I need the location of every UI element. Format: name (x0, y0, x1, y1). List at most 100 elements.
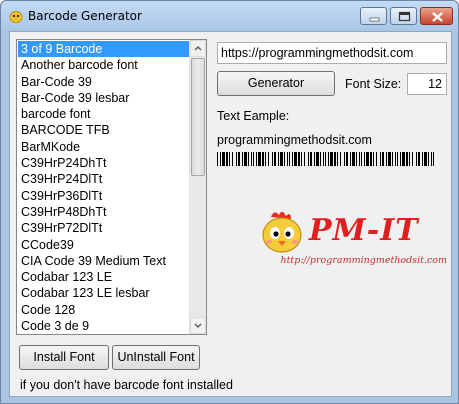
barcode-bar (301, 152, 302, 166)
barcode-bar (287, 152, 288, 166)
barcode-bar (258, 152, 261, 166)
list-item[interactable]: C39HrP36DlTt (18, 188, 189, 204)
barcode-bar (422, 152, 423, 166)
list-item[interactable]: Codabar 123 LE lesbar (18, 285, 189, 301)
list-item[interactable]: CCode39 (18, 237, 189, 253)
barcode-bar (238, 152, 240, 166)
barcode-bar (253, 152, 254, 166)
list-item[interactable]: Bar-Code 39 (18, 74, 189, 90)
text-example-label: Text Eample: (217, 109, 290, 123)
url-input[interactable]: https://programmingmethodsit.com (217, 42, 447, 64)
barcode-bar (433, 152, 434, 166)
barcode-bar (346, 152, 348, 166)
list-item[interactable]: Code 3 de 9 (18, 318, 189, 334)
list-item[interactable]: Another barcode font (18, 57, 189, 73)
barcode-bar (248, 152, 249, 166)
barcode-bar (380, 152, 381, 166)
window-title: Barcode Generator (28, 9, 142, 23)
list-item[interactable]: Code 128 (18, 302, 189, 318)
chevron-up-icon (194, 45, 202, 51)
list-item[interactable]: BarMKode (18, 139, 189, 155)
barcode-bar (392, 152, 393, 166)
barcode-bar (428, 152, 429, 166)
barcode-bar (220, 152, 221, 166)
barcode-bar (242, 152, 243, 166)
barcode-bar (294, 152, 297, 166)
barcode-bar (232, 152, 233, 166)
list-item[interactable]: C39HrP48DhTt (18, 204, 189, 220)
barcode-bar (397, 152, 398, 166)
scroll-thumb[interactable] (191, 58, 205, 176)
barcode-bar (310, 152, 312, 166)
barcode-bar (373, 152, 374, 166)
minimize-button[interactable] (360, 7, 387, 25)
barcode-bar (280, 152, 283, 166)
uninstall-font-button[interactable]: UnInstall Font (112, 345, 200, 370)
title-bar[interactable]: Barcode Generator (1, 1, 458, 31)
barcode-bar (292, 152, 293, 166)
font-list: 3 of 9 Barcode Another barcode font Bar-Co… (18, 41, 189, 334)
logo-url: http://programmingmethodsit.com (280, 255, 448, 266)
client-area: 3 of 9 Barcode Another barcode font Bar-Co… (9, 31, 452, 397)
barcode-bar (395, 152, 396, 166)
barcode-bar (265, 152, 266, 166)
list-item[interactable]: barcode font (18, 106, 189, 122)
barcode-bar (334, 152, 336, 166)
barcode-bar (229, 152, 230, 166)
barcode-bar (251, 152, 252, 166)
barcode-bar (217, 152, 218, 166)
maximize-icon (398, 11, 411, 22)
scroll-up-button[interactable] (190, 40, 206, 57)
barcode-bar (316, 152, 319, 166)
barcode-bar (406, 152, 408, 166)
barcode-bar (364, 152, 365, 166)
barcode-bar (236, 152, 237, 166)
barcode-bar (314, 152, 315, 166)
barcode-bar (274, 152, 276, 166)
list-item[interactable]: Codabar 123 LE (18, 269, 189, 285)
barcode-bar (359, 152, 360, 166)
minimize-icon (369, 17, 380, 22)
barcode-bar (361, 152, 362, 166)
barcode-bar (330, 152, 333, 166)
barcode-bar (388, 152, 391, 166)
vertical-scrollbar[interactable] (189, 40, 206, 334)
barcode-bar (268, 152, 269, 166)
barcode-bar (244, 152, 247, 166)
barcode-bar (344, 152, 345, 166)
barcode-bar (366, 152, 369, 166)
list-item[interactable]: C39HrP24DlTt (18, 171, 189, 187)
barcode-bar (337, 152, 338, 166)
scroll-down-button[interactable] (190, 317, 206, 334)
list-item[interactable]: Bar-Code 39 lesbar (18, 90, 189, 106)
install-font-button[interactable]: Install Font (19, 345, 109, 370)
app-window: Barcode Generator 3 of 9 Barcode Another … (0, 0, 459, 404)
chevron-down-icon (194, 323, 202, 329)
maximize-button[interactable] (390, 7, 417, 25)
barcode-bar (412, 152, 413, 166)
barcode-bar (402, 152, 405, 166)
font-listbox[interactable]: 3 of 9 Barcode Another barcode font Bar-Co… (16, 39, 207, 335)
barcode-bar (325, 152, 326, 166)
barcode-bar (350, 152, 351, 166)
barcode-preview (217, 152, 434, 166)
list-item[interactable]: C39HrP24DhTt (18, 155, 189, 171)
list-item[interactable]: BARCODE TFB (18, 122, 189, 138)
barcode-bar (304, 152, 305, 166)
close-button[interactable] (420, 7, 453, 25)
barcode-bar (352, 152, 355, 166)
barcode-bar (323, 152, 324, 166)
barcode-bar (424, 152, 427, 166)
sample-text: programmingmethodsit.com (217, 133, 372, 147)
barcode-bar (298, 152, 300, 166)
barcode-bar (356, 152, 357, 166)
font-size-input[interactable]: 12 (407, 73, 447, 95)
list-item[interactable]: C39HrP72DlTt (18, 220, 189, 236)
hint-text: if you don't have barcode font installed (20, 378, 233, 392)
generator-button[interactable]: Generator (217, 71, 335, 96)
list-item[interactable]: CIA Code 39 Medium Text (18, 253, 189, 269)
barcode-bar (256, 152, 257, 166)
barcode-bar (320, 152, 321, 166)
barcode-bar (431, 152, 432, 166)
list-item[interactable]: 3 of 9 Barcode (18, 41, 189, 58)
